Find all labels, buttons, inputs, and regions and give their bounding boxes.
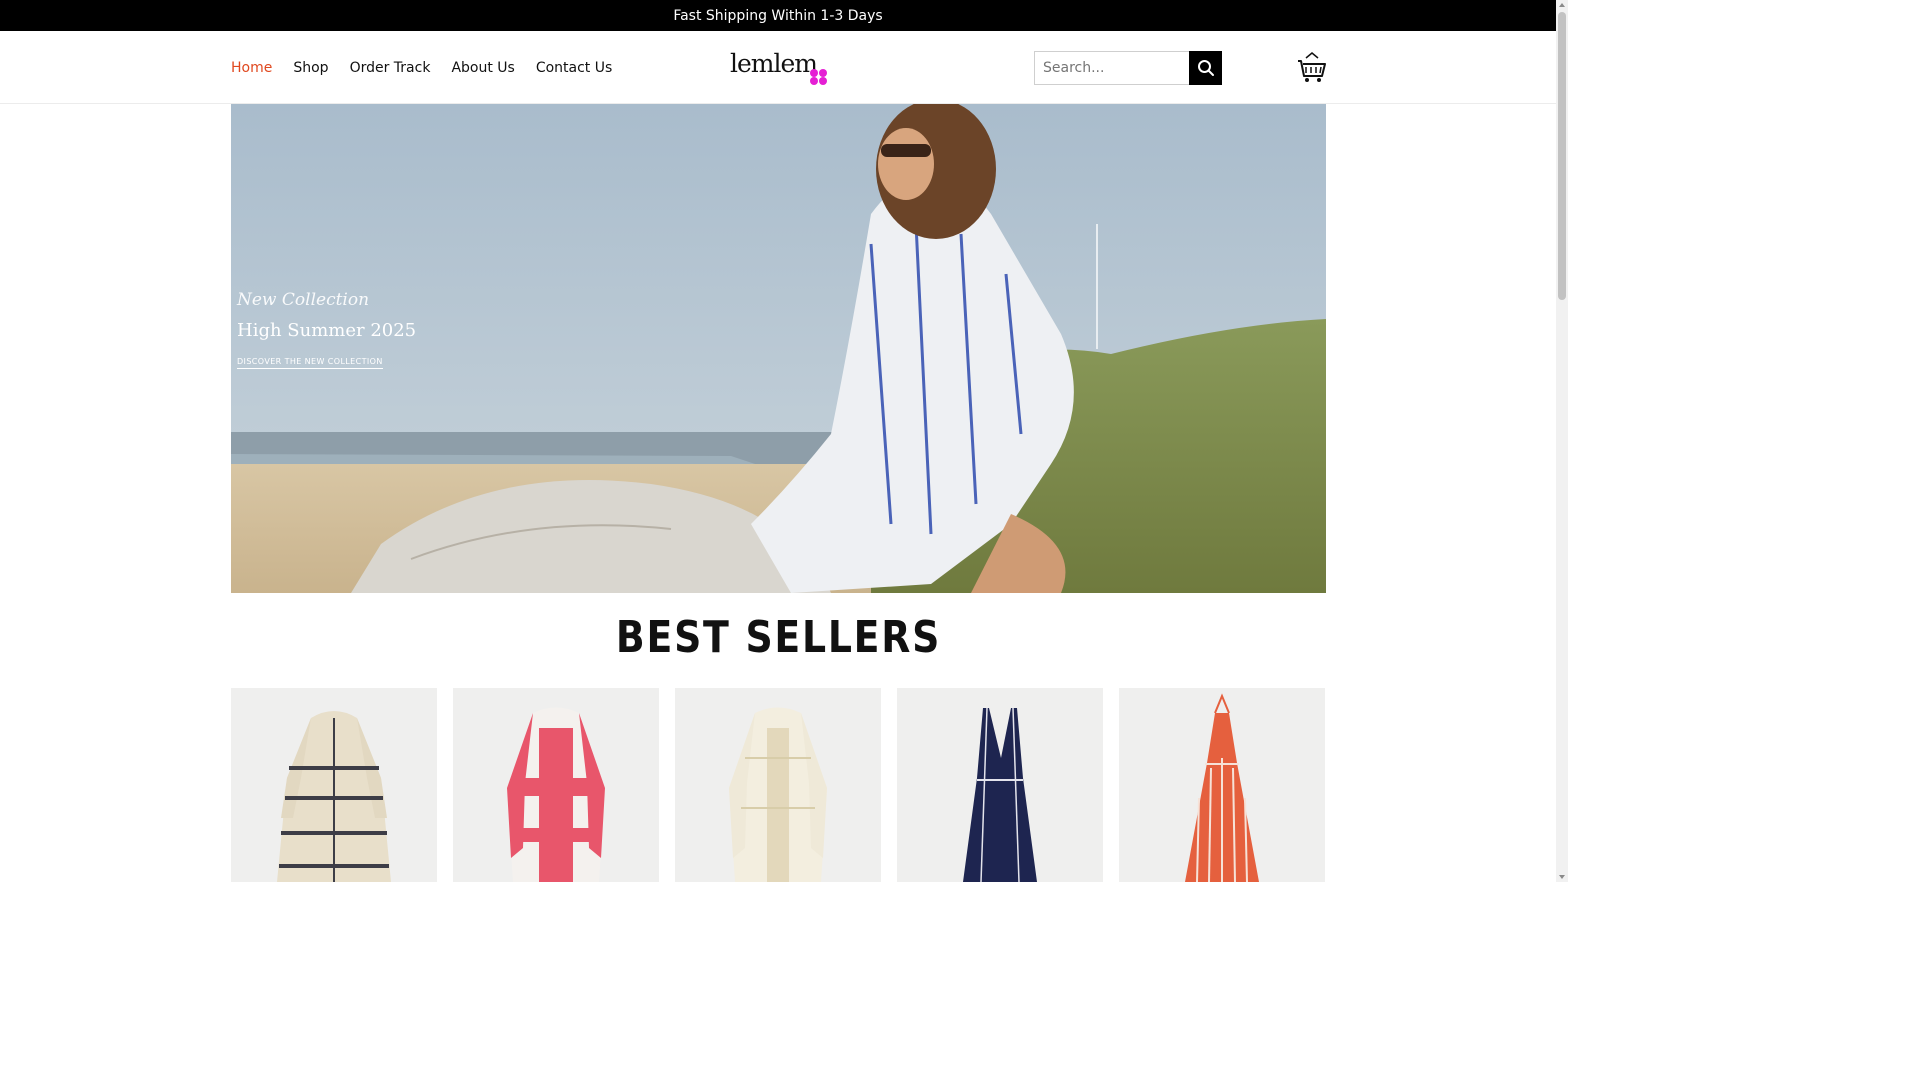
nav-about-us-link[interactable]: About Us xyxy=(451,60,514,76)
scrollbar-thumb[interactable] xyxy=(1558,12,1566,300)
announcement-text: Fast Shipping Within 1-3 Days xyxy=(673,7,883,24)
logo-wordmark: lemlem xyxy=(730,49,818,78)
hero-banner[interactable]: New Collection High Summer 2025 DISCOVER… xyxy=(231,104,1326,593)
site-header: Home Shop Order Track About Us Contact U… xyxy=(0,31,1556,104)
scroll-down-arrow-icon[interactable] xyxy=(1559,875,1565,879)
search-icon xyxy=(1197,60,1214,76)
cart-button[interactable] xyxy=(1297,52,1327,84)
site-logo[interactable]: lemlem xyxy=(730,49,830,89)
nav-contact-us-link[interactable]: Contact Us xyxy=(536,60,612,76)
search-form xyxy=(1034,51,1222,85)
product-card[interactable] xyxy=(675,688,881,882)
logo-dots-icon xyxy=(810,69,828,87)
search-button[interactable] xyxy=(1189,51,1222,85)
product-card[interactable] xyxy=(1119,688,1325,882)
nav-shop-link[interactable]: Shop xyxy=(293,60,328,76)
scroll-up-arrow-icon[interactable] xyxy=(1559,3,1565,7)
main-nav: Home Shop Order Track About Us Contact U… xyxy=(231,31,612,104)
product-image xyxy=(729,707,827,882)
product-image xyxy=(963,707,1037,882)
hero-cta-link[interactable]: DISCOVER THE NEW COLLECTION xyxy=(237,357,383,369)
product-image xyxy=(1185,693,1259,882)
cart-icon xyxy=(1298,52,1326,82)
product-card[interactable] xyxy=(897,688,1103,882)
hero-caption: New Collection High Summer 2025 DISCOVER… xyxy=(237,290,416,369)
nav-order-track-link[interactable]: Order Track xyxy=(350,60,431,76)
product-card[interactable] xyxy=(231,688,437,882)
hero-eyebrow: New Collection xyxy=(237,290,370,310)
product-card[interactable] xyxy=(453,688,659,882)
page-scrollbar[interactable] xyxy=(1556,0,1568,882)
product-grid xyxy=(231,688,1326,882)
product-image xyxy=(507,707,605,882)
best-sellers-title: BEST SELLERS xyxy=(615,612,942,663)
nav-home-link[interactable]: Home xyxy=(231,60,272,76)
search-input[interactable] xyxy=(1034,51,1189,85)
announcement-bar: Fast Shipping Within 1-3 Days xyxy=(0,0,1556,31)
hero-title: High Summer 2025 xyxy=(237,320,417,341)
product-image xyxy=(277,711,391,882)
